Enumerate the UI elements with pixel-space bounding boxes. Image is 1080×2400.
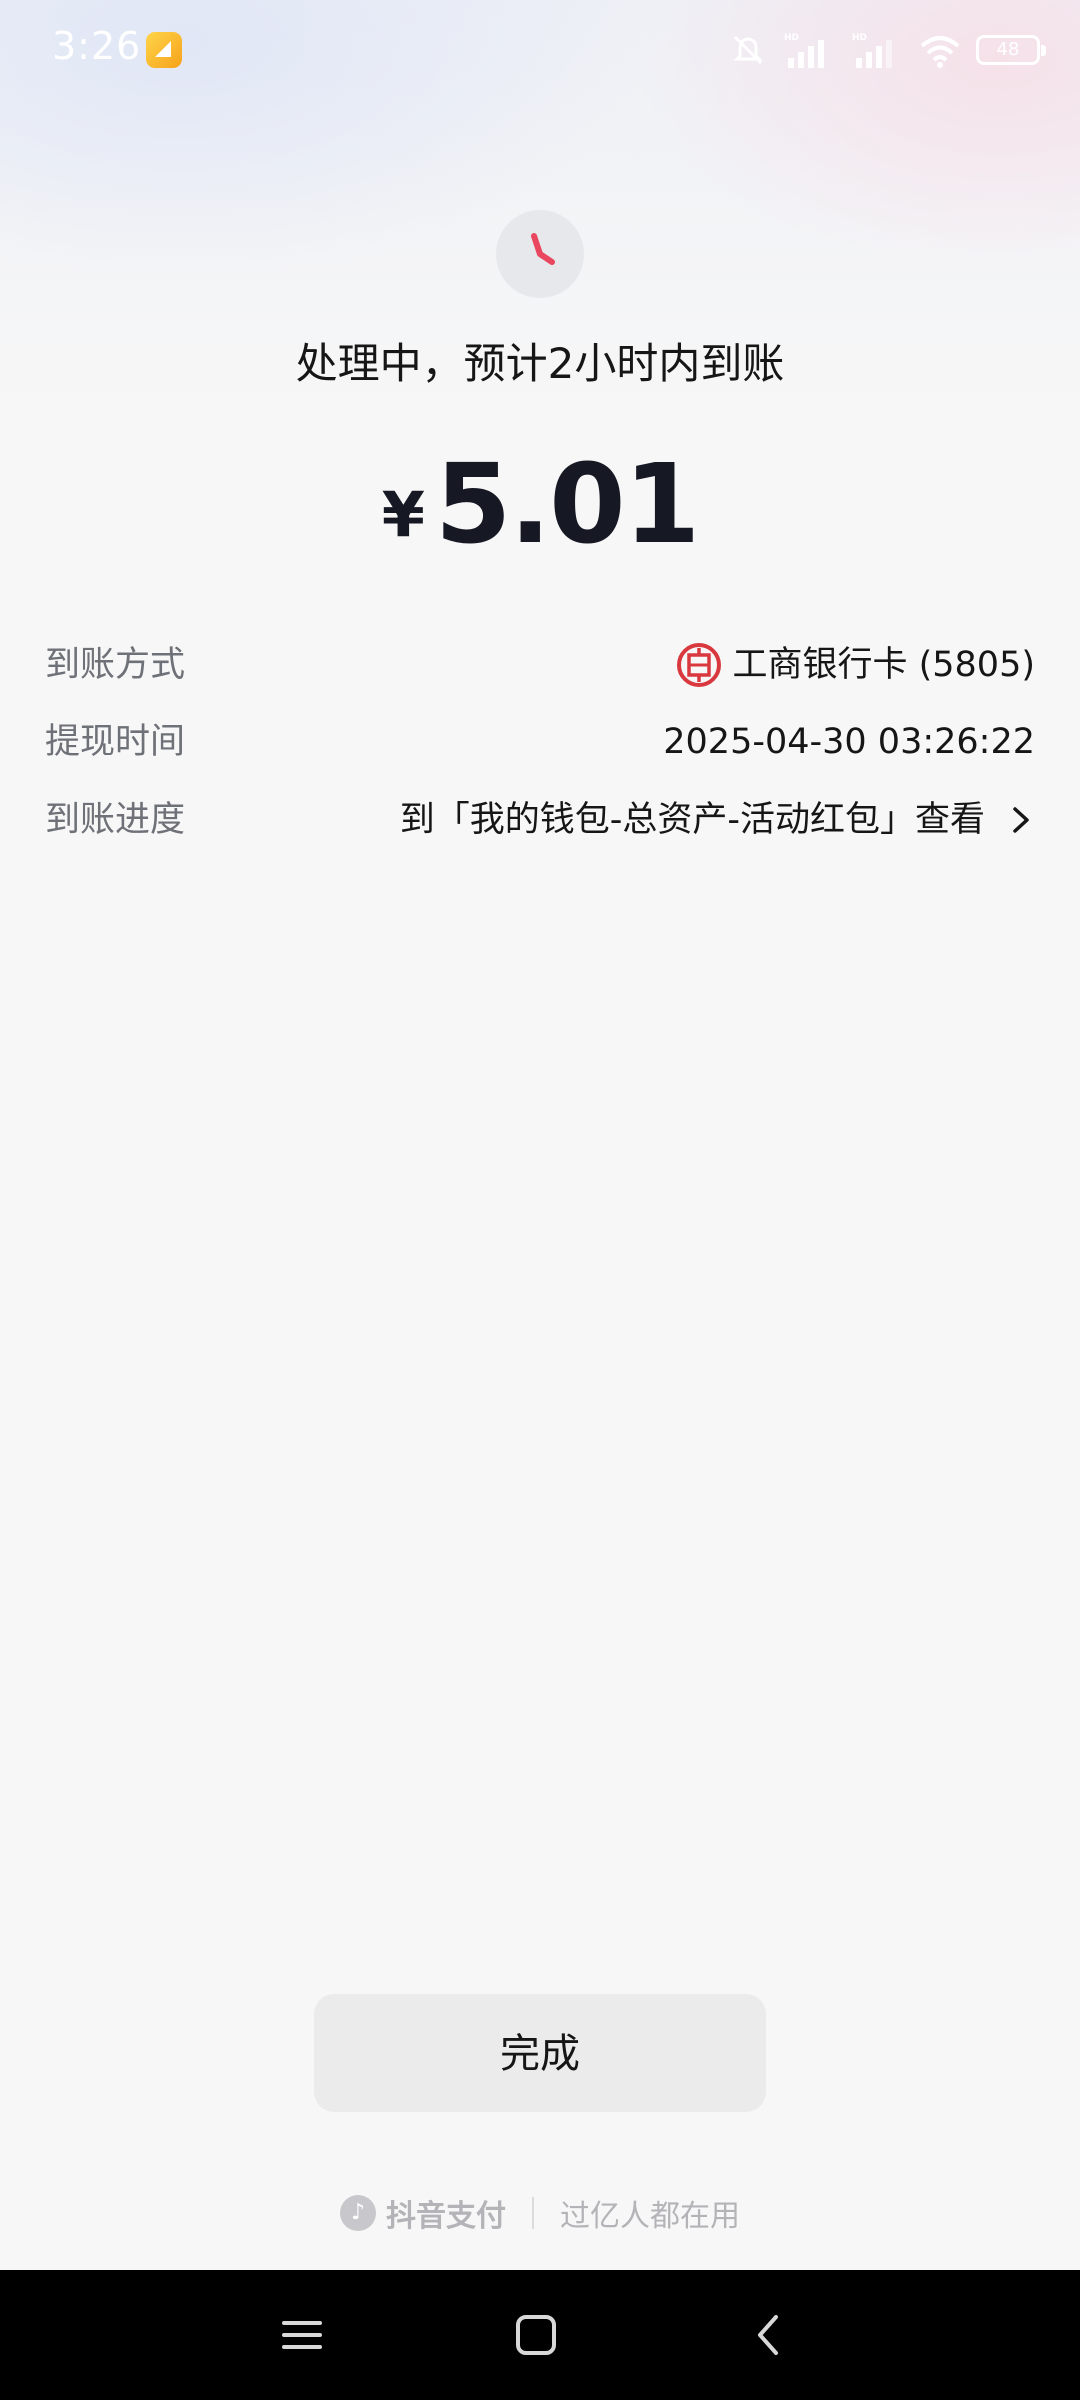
back-icon[interactable] — [740, 2305, 800, 2365]
progress-link[interactable]: 到「我的钱包-总资产-活动红包」查看 — [400, 790, 1035, 850]
hd-signal-icon: HD — [852, 33, 892, 68]
bank-card-text: 工商银行卡 (5805) — [732, 645, 1035, 685]
battery-icon: 48 — [976, 35, 1046, 65]
status-icons: HD HD 48 — [728, 28, 1046, 72]
hd-signal-icon: HD — [784, 33, 824, 68]
status-title: 处理中，预计2小时内到账 — [295, 339, 785, 388]
svg-text:HD: HD — [784, 33, 799, 43]
footer-slogan: 过亿人都在用 — [560, 2199, 740, 2234]
chevron-right-icon[interactable] — [1005, 803, 1035, 837]
home-icon[interactable] — [506, 2305, 566, 2365]
clock-icon — [496, 210, 584, 298]
detail-label: 提现时间 — [45, 722, 186, 762]
withdraw-time-value: 2025-04-30 03:26:22 — [663, 722, 1035, 762]
detail-row-progress[interactable]: 到账进度 到「我的钱包-总资产-活动红包」查看 — [45, 790, 1035, 850]
footer-divider — [532, 2197, 534, 2229]
currency-symbol: ¥ — [381, 478, 425, 551]
app-notification-icon — [146, 32, 182, 68]
status-bar: 3:26 HD HD 48 — [0, 0, 1080, 100]
mute-icon — [733, 35, 763, 65]
svg-text:HD: HD — [852, 33, 867, 43]
footer-brand: 抖音支付 — [386, 2199, 506, 2234]
status-time: 3:26 — [52, 24, 142, 68]
detail-row-method: 到账方式 工商银行卡 (5805) — [45, 635, 1035, 695]
menu-icon[interactable] — [272, 2305, 332, 2365]
done-button[interactable]: 完成 — [314, 1994, 766, 2112]
battery-level: 48 — [996, 39, 1020, 60]
detail-label: 到账方式 — [45, 645, 186, 685]
icbc-logo-icon — [677, 643, 722, 687]
detail-value: 工商银行卡 (5805) — [676, 635, 1035, 695]
footer: 抖音支付 过亿人都在用 — [0, 2188, 1080, 2238]
progress-link-text[interactable]: 到「我的钱包-总资产-活动红包」查看 — [400, 790, 985, 850]
navigation-bar — [0, 2270, 1080, 2400]
detail-row-time: 提现时间 2025-04-30 03:26:22 — [45, 712, 1035, 772]
douyin-pay-icon — [340, 2195, 376, 2231]
detail-label: 到账进度 — [45, 800, 186, 840]
amount-display: ¥5.01 — [0, 440, 1080, 568]
wifi-icon — [920, 36, 960, 68]
amount-value: 5.01 — [434, 440, 700, 568]
